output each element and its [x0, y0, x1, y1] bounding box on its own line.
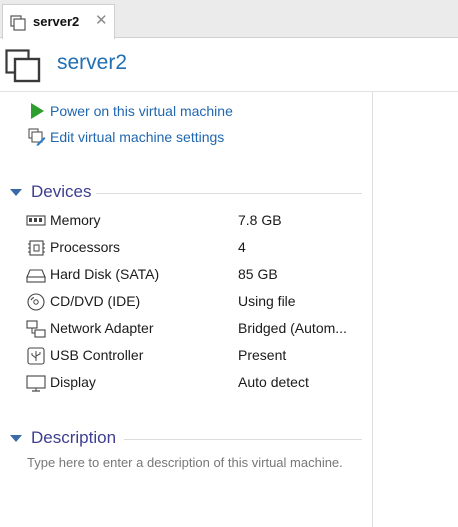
device-row-display[interactable]: Display Auto detect — [26, 373, 366, 393]
edit-settings-link[interactable]: Edit virtual machine settings — [28, 127, 224, 147]
panel-divider — [372, 92, 373, 527]
devices-section-header[interactable]: Devices — [10, 182, 362, 204]
device-row-network-adapter[interactable]: Network Adapter Bridged (Autom... — [26, 319, 366, 339]
device-value: 85 GB — [238, 266, 278, 282]
device-row-memory[interactable]: Memory 7.8 GB — [26, 211, 366, 231]
device-name: Network Adapter — [50, 320, 154, 336]
devices-title: Devices — [31, 182, 92, 201]
device-value: Present — [238, 347, 287, 363]
device-name: CD/DVD (IDE) — [50, 293, 141, 309]
description-section-header[interactable]: Description — [10, 428, 362, 450]
cd-dvd-icon — [27, 293, 45, 311]
device-row-hard-disk[interactable]: Hard Disk (SATA) 85 GB — [26, 265, 366, 285]
header-divider — [0, 91, 458, 92]
vm-icon — [10, 15, 26, 31]
power-on-label: Power on this virtual machine — [50, 103, 233, 119]
vm-large-icon — [5, 49, 41, 83]
hard-disk-icon — [26, 269, 46, 283]
description-input[interactable]: Type here to enter a description of this… — [27, 453, 347, 472]
device-name: Memory — [50, 212, 101, 228]
device-row-usb-controller[interactable]: USB Controller Present — [26, 346, 366, 366]
device-value: 7.8 GB — [238, 212, 282, 228]
close-icon[interactable]: ✕ — [95, 13, 108, 28]
device-value: Using file — [238, 293, 296, 309]
memory-icon — [26, 215, 46, 226]
page-title: server2 — [57, 51, 128, 74]
description-title: Description — [31, 428, 117, 447]
processor-icon — [28, 240, 45, 256]
display-icon — [26, 375, 46, 392]
device-row-processors[interactable]: Processors 4 — [26, 238, 366, 258]
network-adapter-icon — [26, 320, 46, 338]
section-divider — [124, 439, 362, 440]
device-name: Hard Disk (SATA) — [50, 266, 160, 282]
play-icon — [31, 103, 44, 119]
collapse-triangle-icon[interactable] — [10, 189, 22, 196]
device-row-cd-dvd[interactable]: CD/DVD (IDE) Using file — [26, 292, 366, 312]
device-name: Display — [50, 374, 96, 390]
tab-server2[interactable]: server2 ✕ — [2, 4, 115, 39]
device-value: Auto detect — [238, 374, 309, 390]
section-divider — [96, 193, 362, 194]
usb-icon — [27, 347, 45, 365]
edit-settings-icon — [28, 128, 46, 146]
device-value: Bridged (Autom... — [238, 320, 347, 336]
tab-label: server2 — [33, 14, 80, 29]
edit-settings-label: Edit virtual machine settings — [50, 129, 225, 145]
collapse-triangle-icon[interactable] — [10, 435, 22, 442]
device-name: Processors — [50, 239, 121, 255]
tab-bar: server2 ✕ — [0, 0, 458, 39]
device-name: USB Controller — [50, 347, 144, 363]
power-on-link[interactable]: Power on this virtual machine — [28, 101, 233, 121]
vm-header: server2 — [0, 39, 458, 91]
device-value: 4 — [238, 239, 246, 255]
